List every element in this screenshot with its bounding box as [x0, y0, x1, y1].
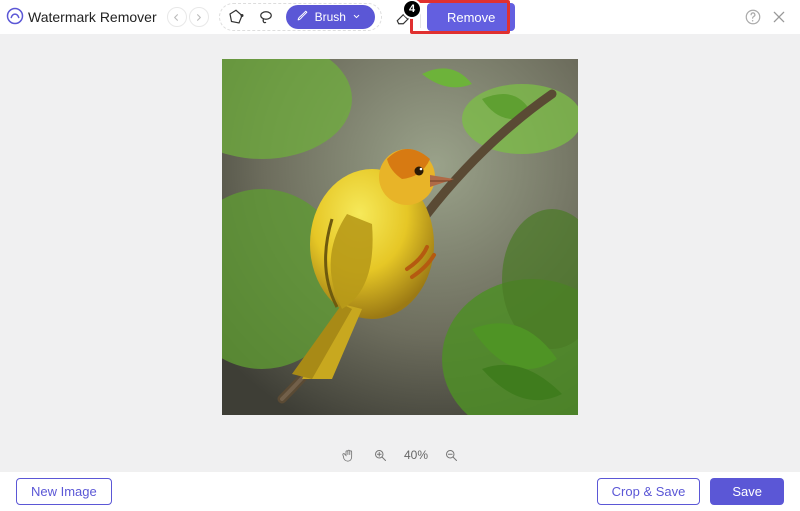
app-logo-icon	[6, 7, 24, 28]
app-logo-group: Watermark Remover	[6, 7, 157, 28]
zoom-out-button[interactable]	[442, 446, 460, 464]
divider	[420, 6, 421, 28]
zoom-level-label: 40%	[404, 448, 428, 462]
undo-button[interactable]	[167, 7, 187, 27]
loaded-image[interactable]	[222, 59, 578, 415]
brush-label: Brush	[315, 10, 346, 24]
selection-tools-group: Brush	[219, 3, 382, 31]
canvas-area	[0, 34, 800, 439]
redo-button[interactable]	[189, 7, 209, 27]
app-title: Watermark Remover	[28, 9, 157, 25]
zoom-in-button[interactable]	[372, 446, 390, 464]
crop-and-save-button[interactable]: Crop & Save	[597, 478, 701, 505]
bottom-toolbar: New Image Crop & Save Save	[0, 471, 800, 511]
save-button[interactable]: Save	[710, 478, 784, 505]
zoom-controls: 40%	[0, 439, 800, 471]
help-button[interactable]	[742, 6, 764, 28]
polygon-select-tool[interactable]	[226, 7, 246, 27]
lasso-select-tool[interactable]	[256, 7, 276, 27]
pan-hand-tool[interactable]	[340, 446, 358, 464]
eraser-tool[interactable]	[394, 7, 414, 27]
chevron-down-icon	[352, 10, 361, 24]
brush-tool-button[interactable]: Brush	[286, 5, 375, 29]
top-toolbar: Watermark Remover Brush	[0, 0, 800, 34]
new-image-button[interactable]: New Image	[16, 478, 112, 505]
close-button[interactable]	[768, 6, 790, 28]
eraser-slot: Remove	[394, 3, 515, 31]
brush-icon	[296, 9, 309, 25]
remove-button[interactable]: Remove	[427, 3, 515, 31]
undo-redo-group	[167, 7, 209, 27]
